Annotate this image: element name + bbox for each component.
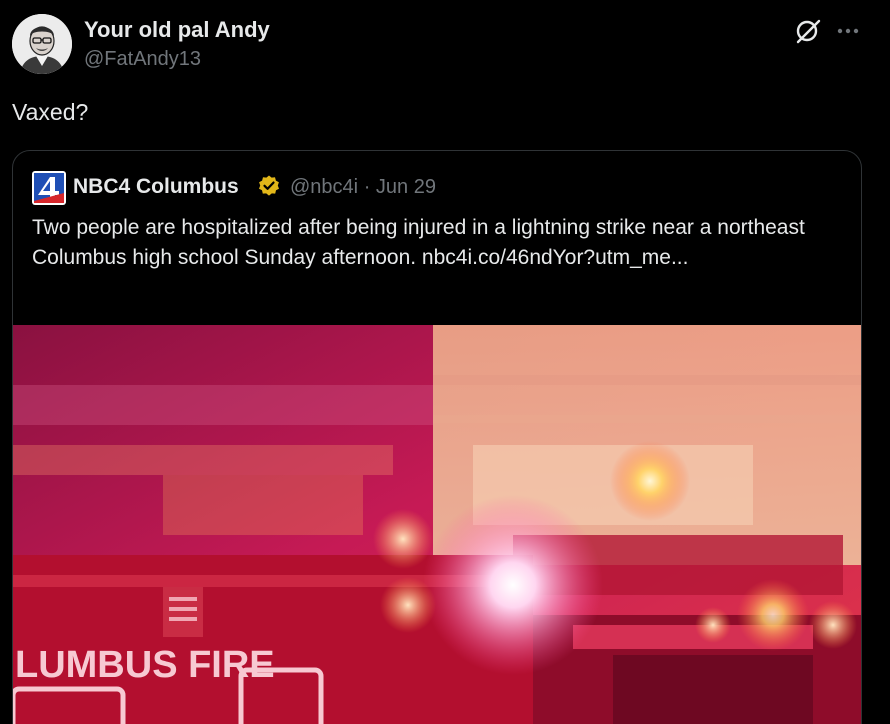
quoted-avatar[interactable] <box>32 171 66 205</box>
quoted-tweet-text: Two people are hospitalized after being … <box>32 216 805 269</box>
quoted-display-name[interactable]: NBC4 Columbus <box>73 175 239 199</box>
quoted-media-image[interactable]: LUMBUS FIRE <box>13 325 861 724</box>
quoted-date[interactable]: Jun 29 <box>376 176 436 198</box>
tweet-text: Vaxed? <box>12 99 89 125</box>
nbc4-logo-icon <box>32 171 66 205</box>
more-options-icon[interactable] <box>834 17 862 45</box>
grok-icon[interactable] <box>794 17 822 45</box>
verified-badge-icon <box>257 174 281 198</box>
quoted-handle[interactable]: @nbc4i <box>290 176 358 198</box>
quoted-tweet-card[interactable]: NBC4 Columbus @nbc4i · Jun 29 Two people… <box>12 150 862 724</box>
author-display-name[interactable]: Your old pal Andy <box>84 17 270 43</box>
quoted-meta: @nbc4i · Jun 29 <box>290 176 436 199</box>
tweet: Your old pal Andy @FatAndy13 Vaxed? NBC4… <box>0 0 890 724</box>
fire-truck-photo: LUMBUS FIRE <box>13 325 861 724</box>
avatar-illustration <box>12 14 72 74</box>
truck-sign-text: LUMBUS FIRE <box>15 644 275 686</box>
author-handle[interactable]: @FatAndy13 <box>84 48 201 71</box>
quoted-separator: · <box>363 176 371 198</box>
author-avatar[interactable] <box>12 14 72 74</box>
